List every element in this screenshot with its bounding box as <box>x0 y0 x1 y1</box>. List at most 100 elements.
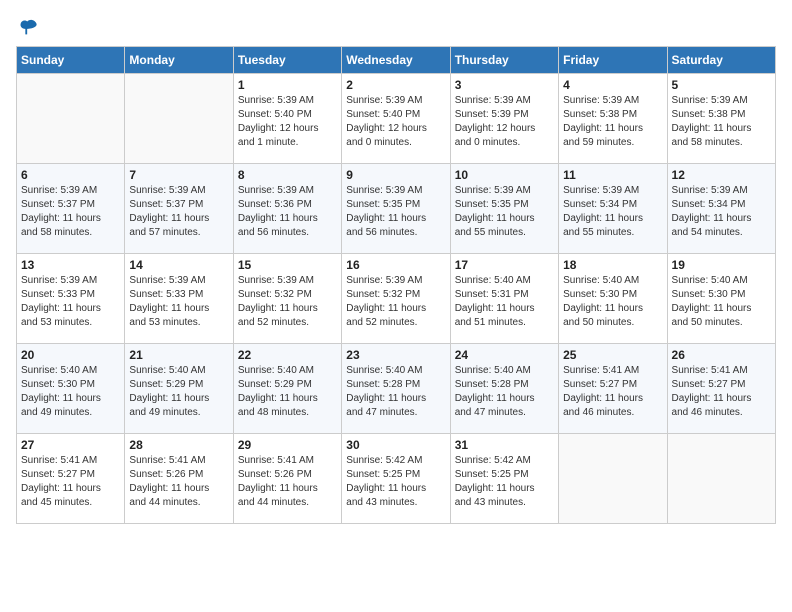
day-number: 27 <box>21 438 120 452</box>
day-number: 2 <box>346 78 445 92</box>
day-number: 3 <box>455 78 554 92</box>
calendar-day-cell: 26 Sunrise: 5:41 AM Sunset: 5:27 PM Dayli… <box>667 344 775 434</box>
day-number: 4 <box>563 78 662 92</box>
day-info: Sunrise: 5:41 AM Sunset: 5:26 PM Dayligh… <box>238 454 337 510</box>
calendar-day-cell: 18 Sunrise: 5:40 AM Sunset: 5:30 PM Dayli… <box>559 254 667 344</box>
day-number: 28 <box>129 438 228 452</box>
day-info: Sunrise: 5:39 AM Sunset: 5:33 PM Dayligh… <box>21 274 120 330</box>
day-number: 20 <box>21 348 120 362</box>
day-info: Sunrise: 5:40 AM Sunset: 5:29 PM Dayligh… <box>238 364 337 420</box>
day-number: 17 <box>455 258 554 272</box>
day-number: 11 <box>563 168 662 182</box>
calendar-week-row: 13 Sunrise: 5:39 AM Sunset: 5:33 PM Dayli… <box>17 254 776 344</box>
day-number: 16 <box>346 258 445 272</box>
day-number: 29 <box>238 438 337 452</box>
day-info: Sunrise: 5:40 AM Sunset: 5:28 PM Dayligh… <box>346 364 445 420</box>
day-info: Sunrise: 5:40 AM Sunset: 5:30 PM Dayligh… <box>21 364 120 420</box>
calendar-day-cell: 19Sunrise: 5:40 AM Sunset: 5:30 PM Dayli… <box>667 254 775 344</box>
day-info: Sunrise: 5:41 AM Sunset: 5:27 PM Dayligh… <box>563 364 662 420</box>
day-info: Sunrise: 5:39 AM Sunset: 5:32 PM Dayligh… <box>346 274 445 330</box>
calendar-day-cell: 7Sunrise: 5:39 AM Sunset: 5:37 PM Daylig… <box>125 164 233 254</box>
logo <box>16 16 40 38</box>
day-info: Sunrise: 5:39 AM Sunset: 5:37 PM Dayligh… <box>129 184 228 240</box>
weekday-header-cell: Wednesday <box>342 47 450 74</box>
calendar-day-cell: 10 Sunrise: 5:39 AM Sunset: 5:35 PM Dayli… <box>450 164 558 254</box>
calendar-day-cell: 17Sunrise: 5:40 AM Sunset: 5:31 PM Dayli… <box>450 254 558 344</box>
day-info: Sunrise: 5:39 AM Sunset: 5:32 PM Dayligh… <box>238 274 337 330</box>
day-number: 10 <box>455 168 554 182</box>
calendar-day-cell: 4 Sunrise: 5:39 AM Sunset: 5:38 PM Daylig… <box>559 74 667 164</box>
calendar-day-cell: 6Sunrise: 5:39 AM Sunset: 5:37 PM Daylig… <box>17 164 125 254</box>
calendar-day-cell: 3 Sunrise: 5:39 AM Sunset: 5:39 PM Daylig… <box>450 74 558 164</box>
calendar-day-cell: 9 Sunrise: 5:39 AM Sunset: 5:35 PM Daylig… <box>342 164 450 254</box>
calendar-day-cell: 15 Sunrise: 5:39 AM Sunset: 5:32 PM Dayli… <box>233 254 341 344</box>
day-info: Sunrise: 5:39 AM Sunset: 5:40 PM Dayligh… <box>238 94 337 150</box>
weekday-header-cell: Friday <box>559 47 667 74</box>
calendar-day-cell <box>667 434 775 524</box>
day-info: Sunrise: 5:39 AM Sunset: 5:35 PM Dayligh… <box>346 184 445 240</box>
calendar-body: 1 Sunrise: 5:39 AM Sunset: 5:40 PM Daylig… <box>17 74 776 524</box>
logo-bird-icon <box>18 16 40 38</box>
calendar-day-cell <box>17 74 125 164</box>
day-info: Sunrise: 5:39 AM Sunset: 5:38 PM Dayligh… <box>672 94 771 150</box>
day-number: 30 <box>346 438 445 452</box>
day-number: 15 <box>238 258 337 272</box>
weekday-header-cell: Thursday <box>450 47 558 74</box>
day-number: 26 <box>672 348 771 362</box>
day-info: Sunrise: 5:39 AM Sunset: 5:40 PM Dayligh… <box>346 94 445 150</box>
calendar-week-row: 6 Sunrise: 5:39 AM Sunset: 5:37 PM Daylig… <box>17 164 776 254</box>
day-info: Sunrise: 5:39 AM Sunset: 5:39 PM Dayligh… <box>455 94 554 150</box>
day-number: 8 <box>238 168 337 182</box>
page-header <box>16 16 776 38</box>
weekday-header-cell: Tuesday <box>233 47 341 74</box>
weekday-header-row: SundayMondayTuesdayWednesdayThursdayFrid… <box>17 47 776 74</box>
day-number: 1 <box>238 78 337 92</box>
day-number: 31 <box>455 438 554 452</box>
day-info: Sunrise: 5:41 AM Sunset: 5:27 PM Dayligh… <box>672 364 771 420</box>
day-info: Sunrise: 5:40 AM Sunset: 5:30 PM Dayligh… <box>563 274 662 330</box>
day-info: Sunrise: 5:42 AM Sunset: 5:25 PM Dayligh… <box>455 454 554 510</box>
calendar-week-row: 20 Sunrise: 5:40 AM Sunset: 5:30 PM Dayli… <box>17 344 776 434</box>
day-info: Sunrise: 5:41 AM Sunset: 5:26 PM Dayligh… <box>129 454 228 510</box>
calendar-week-row: 27 Sunrise: 5:41 AM Sunset: 5:27 PM Dayli… <box>17 434 776 524</box>
calendar-day-cell: 13 Sunrise: 5:39 AM Sunset: 5:33 PM Dayli… <box>17 254 125 344</box>
day-info: Sunrise: 5:40 AM Sunset: 5:29 PM Dayligh… <box>129 364 228 420</box>
day-number: 18 <box>563 258 662 272</box>
calendar-day-cell <box>125 74 233 164</box>
day-number: 22 <box>238 348 337 362</box>
calendar-day-cell: 16 Sunrise: 5:39 AM Sunset: 5:32 PM Dayli… <box>342 254 450 344</box>
calendar-day-cell <box>559 434 667 524</box>
calendar-day-cell: 8 Sunrise: 5:39 AM Sunset: 5:36 PM Daylig… <box>233 164 341 254</box>
weekday-header-cell: Sunday <box>17 47 125 74</box>
calendar-day-cell: 31 Sunrise: 5:42 AM Sunset: 5:25 PM Dayli… <box>450 434 558 524</box>
calendar-day-cell: 30 Sunrise: 5:42 AM Sunset: 5:25 PM Dayli… <box>342 434 450 524</box>
calendar-day-cell: 22 Sunrise: 5:40 AM Sunset: 5:29 PM Dayli… <box>233 344 341 434</box>
day-number: 14 <box>129 258 228 272</box>
day-info: Sunrise: 5:42 AM Sunset: 5:25 PM Dayligh… <box>346 454 445 510</box>
day-info: Sunrise: 5:39 AM Sunset: 5:33 PM Dayligh… <box>129 274 228 330</box>
calendar-day-cell: 12 Sunrise: 5:39 AM Sunset: 5:34 PM Dayli… <box>667 164 775 254</box>
calendar-day-cell: 2 Sunrise: 5:39 AM Sunset: 5:40 PM Daylig… <box>342 74 450 164</box>
day-number: 6 <box>21 168 120 182</box>
day-info: Sunrise: 5:40 AM Sunset: 5:28 PM Dayligh… <box>455 364 554 420</box>
calendar-day-cell: 5Sunrise: 5:39 AM Sunset: 5:38 PM Daylig… <box>667 74 775 164</box>
day-number: 12 <box>672 168 771 182</box>
day-info: Sunrise: 5:39 AM Sunset: 5:38 PM Dayligh… <box>563 94 662 150</box>
calendar-day-cell: 24Sunrise: 5:40 AM Sunset: 5:28 PM Dayli… <box>450 344 558 434</box>
calendar-day-cell: 25 Sunrise: 5:41 AM Sunset: 5:27 PM Dayli… <box>559 344 667 434</box>
weekday-header-cell: Monday <box>125 47 233 74</box>
day-info: Sunrise: 5:39 AM Sunset: 5:34 PM Dayligh… <box>563 184 662 240</box>
day-number: 13 <box>21 258 120 272</box>
day-info: Sunrise: 5:39 AM Sunset: 5:35 PM Dayligh… <box>455 184 554 240</box>
weekday-header-cell: Saturday <box>667 47 775 74</box>
calendar-day-cell: 1 Sunrise: 5:39 AM Sunset: 5:40 PM Daylig… <box>233 74 341 164</box>
day-info: Sunrise: 5:39 AM Sunset: 5:34 PM Dayligh… <box>672 184 771 240</box>
day-number: 25 <box>563 348 662 362</box>
day-number: 9 <box>346 168 445 182</box>
calendar-day-cell: 29 Sunrise: 5:41 AM Sunset: 5:26 PM Dayli… <box>233 434 341 524</box>
day-info: Sunrise: 5:39 AM Sunset: 5:36 PM Dayligh… <box>238 184 337 240</box>
day-info: Sunrise: 5:40 AM Sunset: 5:30 PM Dayligh… <box>672 274 771 330</box>
day-info: Sunrise: 5:41 AM Sunset: 5:27 PM Dayligh… <box>21 454 120 510</box>
calendar-week-row: 1 Sunrise: 5:39 AM Sunset: 5:40 PM Daylig… <box>17 74 776 164</box>
day-number: 21 <box>129 348 228 362</box>
